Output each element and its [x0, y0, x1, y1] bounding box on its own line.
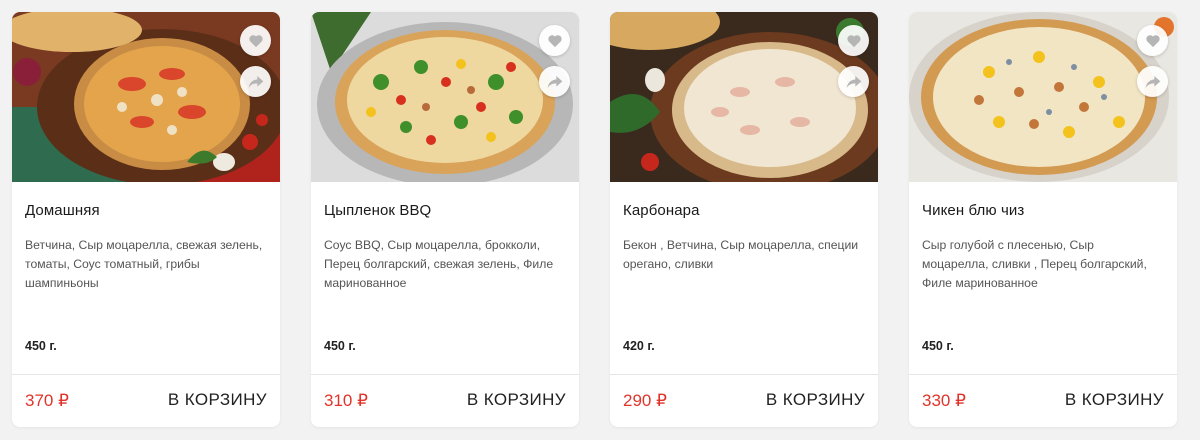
product-grid: Домашняя Ветчина, Сыр моцарелла, свежая … — [12, 12, 1177, 427]
divider — [909, 374, 1177, 375]
product-description: Бекон , Ветчина, Сыр моцарелла, специи о… — [623, 238, 859, 271]
heart-icon — [1145, 35, 1160, 48]
product-name[interactable]: Домашняя — [25, 202, 100, 219]
add-to-cart-button[interactable]: В КОРЗИНУ — [766, 390, 865, 410]
product-price: 290 ₽ — [623, 391, 667, 410]
product-name[interactable]: Чикен блю чиз — [922, 202, 1024, 219]
product-photo[interactable] — [311, 12, 579, 182]
share-icon — [547, 75, 562, 88]
favorite-button[interactable] — [539, 25, 570, 56]
product-card: Цыпленок BBQ Соус BBQ, Сыр моцарелла, бр… — [311, 12, 579, 427]
product-card: Чикен блю чиз Сыр голубой с плесенью, Сы… — [909, 12, 1177, 427]
heart-icon — [846, 35, 861, 48]
product-weight: 450 г. — [25, 339, 57, 353]
add-to-cart-button[interactable]: В КОРЗИНУ — [467, 390, 566, 410]
product-description: Соус BBQ, Сыр моцарелла, брокколи, Перец… — [324, 238, 554, 290]
product-description: Ветчина, Сыр моцарелла, свежая зелень, т… — [25, 238, 263, 290]
product-photo[interactable] — [909, 12, 1177, 182]
share-icon — [846, 75, 861, 88]
add-to-cart-button[interactable]: В КОРЗИНУ — [168, 390, 267, 410]
favorite-button[interactable] — [240, 25, 271, 56]
favorite-button[interactable] — [1137, 25, 1168, 56]
product-price: 370 ₽ — [25, 391, 69, 410]
product-name[interactable]: Цыпленок BBQ — [324, 202, 431, 219]
product-description: Сыр голубой с плесенью, Сыр моцарелла, с… — [922, 238, 1147, 290]
product-name[interactable]: Карбонара — [623, 202, 700, 219]
share-button[interactable] — [240, 66, 271, 97]
favorite-button[interactable] — [838, 25, 869, 56]
share-icon — [1145, 75, 1160, 88]
divider — [311, 374, 579, 375]
product-price: 330 ₽ — [922, 391, 966, 410]
share-icon — [248, 75, 263, 88]
product-weight: 450 г. — [324, 339, 356, 353]
share-button[interactable] — [539, 66, 570, 97]
heart-icon — [547, 35, 562, 48]
product-card: Карбонара Бекон , Ветчина, Сыр моцарелла… — [610, 12, 878, 427]
add-to-cart-button[interactable]: В КОРЗИНУ — [1065, 390, 1164, 410]
heart-icon — [248, 35, 263, 48]
divider — [12, 374, 280, 375]
product-card: Домашняя Ветчина, Сыр моцарелла, свежая … — [12, 12, 280, 427]
share-button[interactable] — [1137, 66, 1168, 97]
share-button[interactable] — [838, 66, 869, 97]
product-weight: 420 г. — [623, 339, 655, 353]
product-photo[interactable] — [12, 12, 280, 182]
product-price: 310 ₽ — [324, 391, 368, 410]
divider — [610, 374, 878, 375]
product-weight: 450 г. — [922, 339, 954, 353]
product-photo[interactable] — [610, 12, 878, 182]
